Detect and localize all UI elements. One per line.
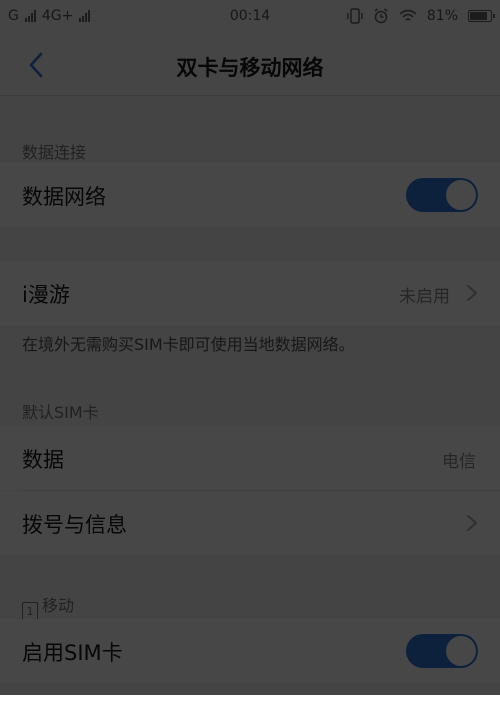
screen: G 4G+ 00:14 81% 双卡与移动网络 数据连接 数据网络 i漫游 未启…	[0, 0, 500, 711]
status-bar: G 4G+ 00:14 81%	[0, 0, 500, 34]
wifi-icon	[399, 9, 417, 21]
status-right: 81%	[347, 8, 495, 24]
iroaming-status: 未启用	[399, 287, 450, 307]
mobile-data-toggle[interactable]	[406, 178, 478, 212]
battery-percent: 81%	[426, 8, 458, 24]
call-sms-label: 拨号与信息	[22, 513, 127, 537]
sim1-carrier-label: 移动	[42, 596, 75, 615]
section-label-data-connection: 数据连接	[22, 143, 87, 162]
row-default-data[interactable]: 数据 电信	[0, 426, 500, 490]
bottom-strip	[0, 695, 500, 711]
toggle-knob	[446, 180, 476, 210]
default-data-label: 数据	[22, 448, 64, 472]
chevron-right-icon	[467, 285, 477, 301]
toggle-knob	[446, 636, 476, 666]
iroaming-label: i漫游	[22, 283, 70, 307]
row-call-sms[interactable]: 拨号与信息	[0, 491, 500, 555]
page-title: 双卡与移动网络	[176, 56, 324, 80]
enable-sim-toggle[interactable]	[406, 634, 478, 668]
row-enable-sim[interactable]: 启用SIM卡	[0, 619, 500, 683]
iroaming-description: 在境外无需购买SIM卡即可使用当地数据网络。	[22, 335, 355, 354]
vibrate-icon	[347, 8, 363, 24]
row-mobile-data[interactable]: 数据网络	[0, 163, 500, 227]
default-data-value: 电信	[442, 452, 476, 472]
chevron-right-icon	[467, 515, 477, 531]
enable-sim-label: 启用SIM卡	[22, 641, 123, 665]
mobile-data-label: 数据网络	[22, 185, 106, 209]
alarm-icon	[374, 8, 388, 24]
battery-icon	[468, 10, 495, 22]
section-label-sim1: 1 移动	[22, 592, 74, 622]
section-label-default-sim: 默认SIM卡	[22, 403, 99, 422]
nav-bar: 双卡与移动网络	[0, 34, 500, 96]
row-iroaming[interactable]: i漫游 未启用	[0, 261, 500, 325]
